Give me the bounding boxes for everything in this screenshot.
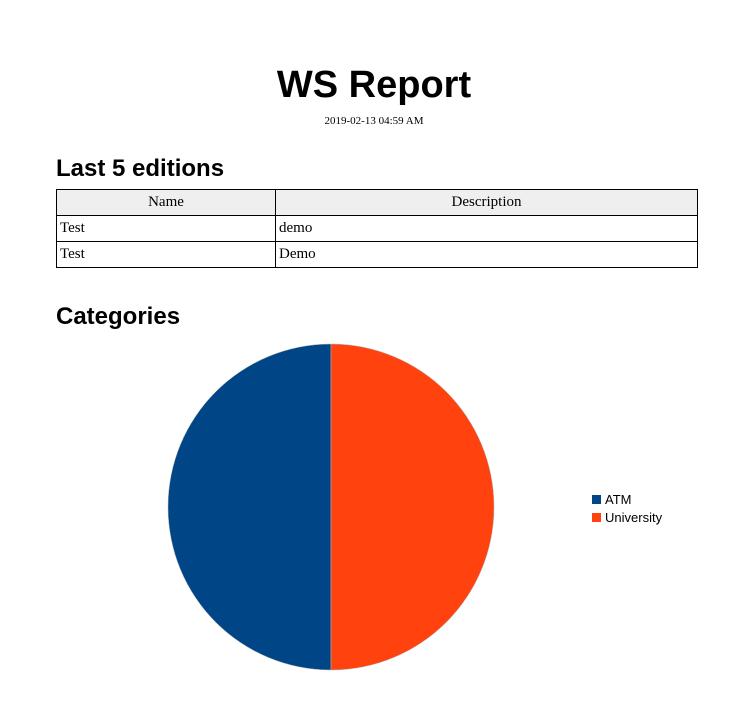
pie-slice-atm [167,343,332,671]
legend-label: ATM [605,491,632,507]
pie-slice-university [330,343,495,671]
chart-legend: ATM University [592,490,662,526]
legend-item: University [592,508,662,526]
legend-item: ATM [592,490,662,508]
legend-swatch-atm [592,494,601,504]
categories-pie-chart [167,343,495,671]
legend-label: University [605,509,663,525]
legend-swatch-university [592,512,601,522]
